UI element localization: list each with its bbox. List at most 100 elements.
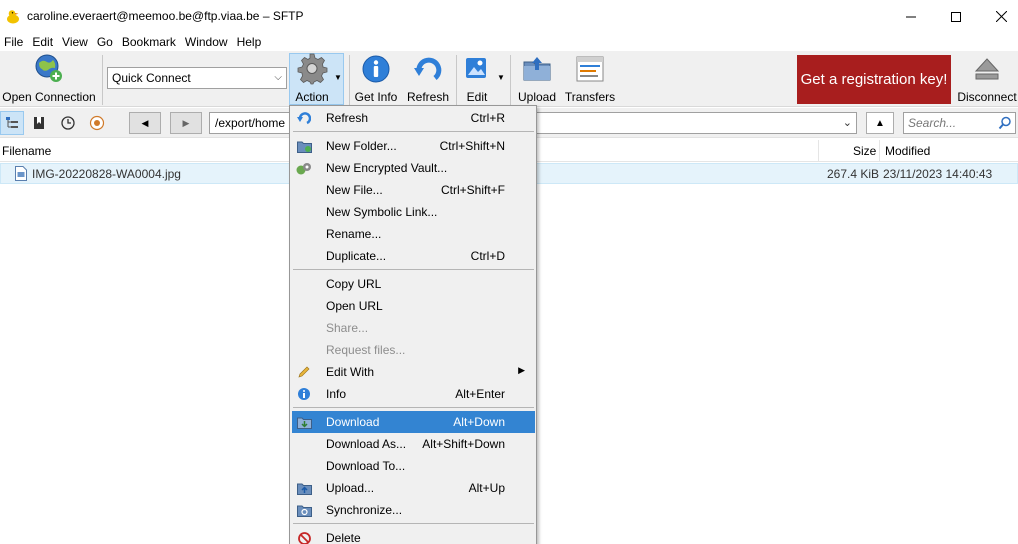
refresh-button[interactable]: Refresh	[406, 53, 450, 104]
menu-item-copy-url[interactable]: Copy URL	[292, 273, 535, 295]
menu-separator	[293, 269, 534, 270]
minimize-button[interactable]	[888, 0, 934, 33]
image-file-icon	[15, 166, 27, 181]
toolbar-separator	[456, 55, 457, 105]
upload-icon	[296, 483, 312, 495]
menu-edit[interactable]: Edit	[28, 33, 57, 51]
column-modified[interactable]: Modified	[885, 144, 930, 158]
menu-window[interactable]: Window	[181, 33, 232, 51]
transfers-label: Transfers	[564, 90, 616, 104]
close-icon	[995, 11, 1007, 22]
open-connection-button[interactable]: Open Connection	[1, 53, 97, 104]
menu-item-new-symbolic-link[interactable]: New Symbolic Link...	[292, 201, 535, 223]
menu-file[interactable]: File	[0, 33, 27, 51]
menu-item-label: Info	[326, 387, 347, 401]
quick-connect-dropdown[interactable]: Quick Connect ⌵	[107, 67, 287, 89]
search-input[interactable]: Search...	[903, 112, 1016, 134]
delete-icon	[297, 531, 311, 544]
menu-item-shortcut: Ctrl+Shift+N	[439, 139, 505, 153]
disconnect-label: Disconnect	[957, 90, 1017, 104]
column-filename[interactable]: Filename	[2, 144, 51, 158]
refresh-label: Refresh	[406, 90, 450, 104]
menu-view[interactable]: View	[58, 33, 92, 51]
get-info-label: Get Info	[354, 90, 398, 104]
menu-item-new-folder[interactable]: New Folder... Ctrl+Shift+N	[292, 135, 535, 157]
tree-view-icon	[6, 117, 18, 128]
menu-item-edit-with[interactable]: Edit With ▶	[292, 361, 535, 383]
menu-item-label: Share...	[326, 321, 369, 335]
menu-item-new-file[interactable]: New File... Ctrl+Shift+F	[292, 179, 535, 201]
menu-item-download[interactable]: Download Alt+Down	[292, 411, 535, 433]
back-button[interactable]: ◀	[129, 112, 161, 134]
menu-item-label: New File...	[326, 183, 383, 197]
open-connection-label: Open Connection	[2, 90, 96, 104]
column-divider[interactable]	[879, 140, 880, 162]
close-button[interactable]	[978, 0, 1018, 33]
transfers-button[interactable]: Transfers	[565, 53, 615, 104]
edit-button[interactable]: Edit	[460, 53, 494, 104]
toolbar-separator	[349, 55, 350, 105]
path-value: /export/home	[215, 116, 286, 130]
file-size: 267.4 KiB	[827, 167, 880, 181]
column-size[interactable]: Size	[853, 144, 876, 158]
menu-item-label: Download	[326, 415, 380, 429]
action-button[interactable]: Action	[291, 53, 333, 104]
column-divider[interactable]	[818, 140, 819, 162]
menu-item-shortcut: Alt+Shift+Down	[422, 437, 505, 451]
quick-connect-label: Quick Connect	[112, 71, 191, 85]
menu-item-duplicate[interactable]: Duplicate... Ctrl+D	[292, 245, 535, 267]
browser-view-button[interactable]	[0, 111, 24, 135]
bonjour-icon	[89, 115, 105, 131]
disconnect-button[interactable]: Disconnect	[957, 53, 1017, 104]
search-icon	[998, 116, 1011, 130]
menu-item-upload[interactable]: Upload... Alt+Up	[292, 477, 535, 499]
menu-item-shortcut: Alt+Up	[468, 481, 505, 495]
registration-key-button[interactable]: Get a registration key!	[797, 55, 951, 104]
menu-item-open-url[interactable]: Open URL	[292, 295, 535, 317]
get-info-button[interactable]: Get Info	[354, 53, 398, 104]
refresh-icon	[297, 112, 311, 125]
menu-item-refresh[interactable]: Refresh Ctrl+R	[292, 107, 535, 129]
file-modified: 23/11/2023 14:40:43	[883, 167, 993, 181]
menu-item-shortcut: Alt+Enter	[455, 387, 505, 401]
menu-item-share: Share...	[292, 317, 535, 339]
upload-folder-icon	[523, 57, 551, 81]
forward-arrow-icon: ▶	[182, 117, 190, 128]
menu-item-info[interactable]: Info Alt+Enter	[292, 383, 535, 405]
edit-dropdown-arrow-icon[interactable]: ▼	[497, 73, 505, 82]
menu-go[interactable]: Go	[93, 33, 117, 51]
menu-item-label: New Folder...	[326, 139, 397, 153]
menu-item-rename[interactable]: Rename...	[292, 223, 535, 245]
history-button[interactable]	[56, 111, 80, 135]
search-placeholder: Search...	[908, 116, 957, 130]
menu-item-label: New Encrypted Vault...	[326, 161, 448, 175]
menu-item-label: Duplicate...	[326, 249, 387, 263]
menu-item-label: Request files...	[326, 343, 406, 357]
menu-item-label: Upload...	[326, 481, 375, 495]
menu-help[interactable]: Help	[233, 33, 266, 51]
menu-item-label: Rename...	[326, 227, 382, 241]
menu-bookmark[interactable]: Bookmark	[118, 33, 180, 51]
edit-label: Edit	[466, 90, 488, 104]
back-arrow-icon: ◀	[141, 117, 149, 128]
upload-button[interactable]: Upload	[515, 53, 559, 104]
toolbar: Open Connection Quick Connect ⌵ Action ▼	[0, 51, 1018, 107]
action-menu: Refresh Ctrl+R New Folder... Ctrl+Shift+…	[289, 105, 537, 544]
folder-icon	[296, 141, 312, 153]
bookmarks-button[interactable]	[27, 111, 51, 135]
menu-item-new-encrypted-vault[interactable]: New Encrypted Vault...	[292, 157, 535, 179]
menu-item-download-to[interactable]: Download To...	[292, 455, 535, 477]
minimize-icon	[906, 16, 916, 17]
menu-item-delete[interactable]: Delete	[292, 527, 535, 544]
maximize-button[interactable]	[933, 0, 979, 33]
bonjour-button[interactable]	[85, 111, 109, 135]
eject-icon	[974, 58, 1000, 80]
menu-item-label: Synchronize...	[326, 503, 403, 517]
parent-directory-button[interactable]: ▲	[866, 112, 894, 134]
menu-item-synchronize[interactable]: Synchronize...	[292, 499, 535, 521]
menu-item-download-as[interactable]: Download As... Alt+Shift+Down	[292, 433, 535, 455]
image-edit-icon	[466, 58, 486, 78]
sync-icon	[296, 505, 312, 517]
forward-button[interactable]: ▶	[170, 112, 202, 134]
action-dropdown-arrow-icon[interactable]: ▼	[334, 73, 342, 82]
